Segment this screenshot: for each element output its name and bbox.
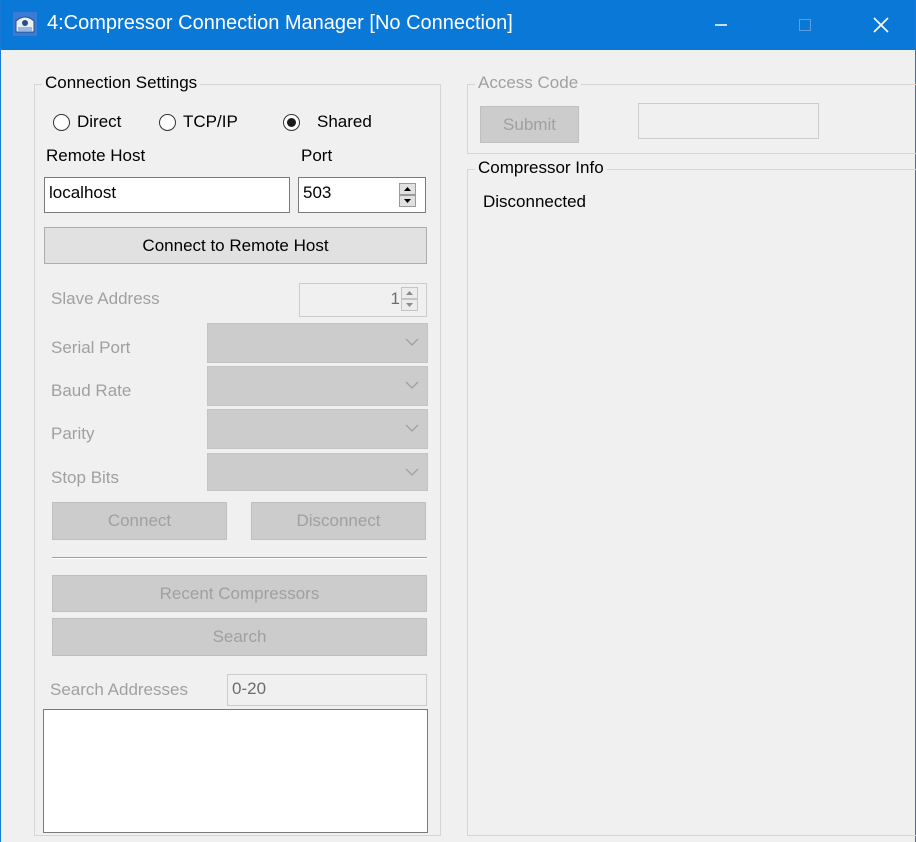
radio-tcpip-label[interactable]: TCP/IP bbox=[183, 112, 238, 132]
baud-rate-label: Baud Rate bbox=[51, 381, 132, 400]
title-bar[interactable]: 4:Compressor Connection Manager [No Conn… bbox=[1, 0, 915, 50]
stop-bits-select bbox=[207, 453, 428, 491]
chevron-down-icon bbox=[405, 381, 419, 389]
chevron-down-icon bbox=[405, 424, 419, 432]
radio-shared[interactable] bbox=[283, 114, 300, 131]
disconnect-button: Disconnect bbox=[251, 502, 426, 540]
baud-rate-select bbox=[207, 366, 428, 406]
separator-line bbox=[52, 557, 427, 559]
remote-host-input[interactable]: localhost bbox=[44, 177, 290, 213]
remote-host-label: Remote Host bbox=[46, 146, 146, 165]
serial-port-label: Serial Port bbox=[51, 338, 131, 357]
connection-status-text: Disconnected bbox=[483, 192, 587, 211]
chevron-down-icon bbox=[405, 338, 419, 346]
app-icon bbox=[13, 12, 37, 36]
compressor-list[interactable] bbox=[43, 709, 428, 833]
slave-address-value: 1 bbox=[390, 289, 400, 308]
minimize-icon bbox=[715, 24, 727, 26]
slave-address-label: Slave Address bbox=[51, 289, 160, 308]
connect-button: Connect bbox=[52, 502, 227, 540]
chevron-down-icon bbox=[405, 468, 419, 476]
search-addresses-label: Search Addresses bbox=[50, 680, 188, 699]
access-code-input bbox=[638, 103, 819, 139]
radio-direct[interactable] bbox=[53, 114, 70, 131]
stop-bits-label: Stop Bits bbox=[51, 468, 120, 487]
search-addresses-input: 0-20 bbox=[227, 674, 427, 706]
access-code-legend: Access Code bbox=[475, 73, 582, 93]
recent-compressors-button: Recent Compressors bbox=[52, 575, 427, 612]
compressor-info-group: Compressor Info bbox=[467, 158, 916, 836]
submit-button: Submit bbox=[480, 106, 579, 143]
maximize-icon bbox=[799, 19, 811, 31]
port-label: Port bbox=[301, 146, 333, 165]
minimize-button[interactable] bbox=[693, 0, 749, 50]
main-window: 4:Compressor Connection Manager [No Conn… bbox=[0, 0, 916, 842]
connect-remote-host-button[interactable]: Connect to Remote Host bbox=[44, 227, 427, 264]
maximize-button bbox=[777, 0, 833, 50]
port-spin-icon[interactable] bbox=[399, 183, 416, 207]
serial-port-select bbox=[207, 323, 428, 363]
radio-direct-label[interactable]: Direct bbox=[77, 112, 121, 132]
compressor-info-legend: Compressor Info bbox=[475, 158, 607, 178]
search-button: Search bbox=[52, 618, 427, 656]
parity-select bbox=[207, 409, 428, 449]
close-button[interactable] bbox=[853, 0, 909, 50]
parity-label: Parity bbox=[51, 424, 95, 443]
radio-shared-label[interactable]: Shared bbox=[317, 112, 372, 132]
close-icon bbox=[873, 17, 889, 33]
window-title: 4:Compressor Connection Manager [No Conn… bbox=[47, 12, 513, 34]
slave-address-spin-icon bbox=[401, 287, 418, 311]
radio-tcpip[interactable] bbox=[159, 114, 176, 131]
connection-settings-legend: Connection Settings bbox=[42, 73, 201, 93]
